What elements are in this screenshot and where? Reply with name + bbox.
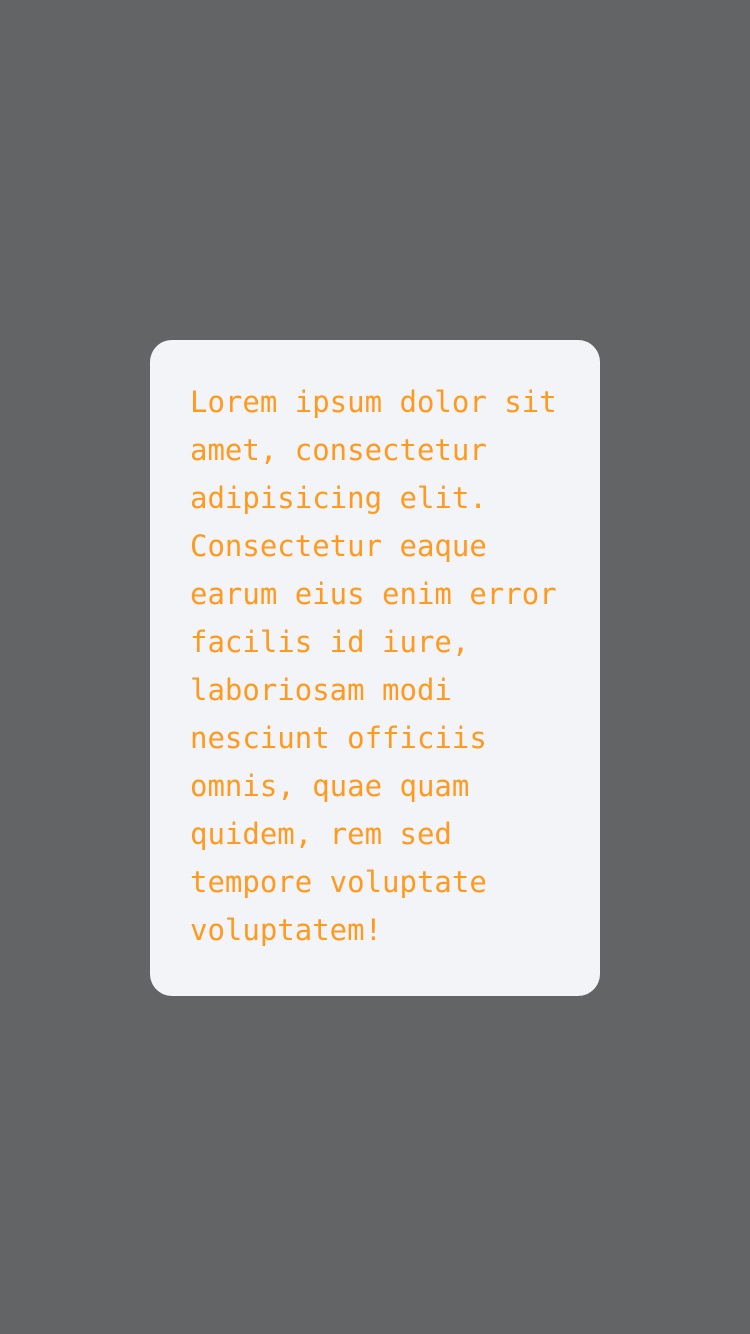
message-line: omnis, quae quam xyxy=(190,769,470,803)
message-line: voluptatem! xyxy=(190,913,383,947)
message-line: quidem, rem sed xyxy=(190,817,452,851)
message-line: nesciunt officiis xyxy=(190,721,487,755)
message-line: Lorem ipsum dolor sit xyxy=(190,385,557,419)
modal-overlay[interactable]: Lorem ipsum dolor sit amet, consectetur … xyxy=(0,0,750,1334)
message-line: facilis id iure, xyxy=(190,625,470,659)
message-card: Lorem ipsum dolor sit amet, consectetur … xyxy=(150,340,600,996)
message-line: Consectetur eaque xyxy=(190,529,487,563)
message-text: Lorem ipsum dolor sit amet, consectetur … xyxy=(190,378,570,954)
message-line: amet, consectetur xyxy=(190,433,487,467)
message-line: tempore voluptate xyxy=(190,865,487,899)
message-line: adipisicing elit. xyxy=(190,481,487,515)
message-line: earum eius enim error xyxy=(190,577,557,611)
message-line: laboriosam modi xyxy=(190,673,452,707)
